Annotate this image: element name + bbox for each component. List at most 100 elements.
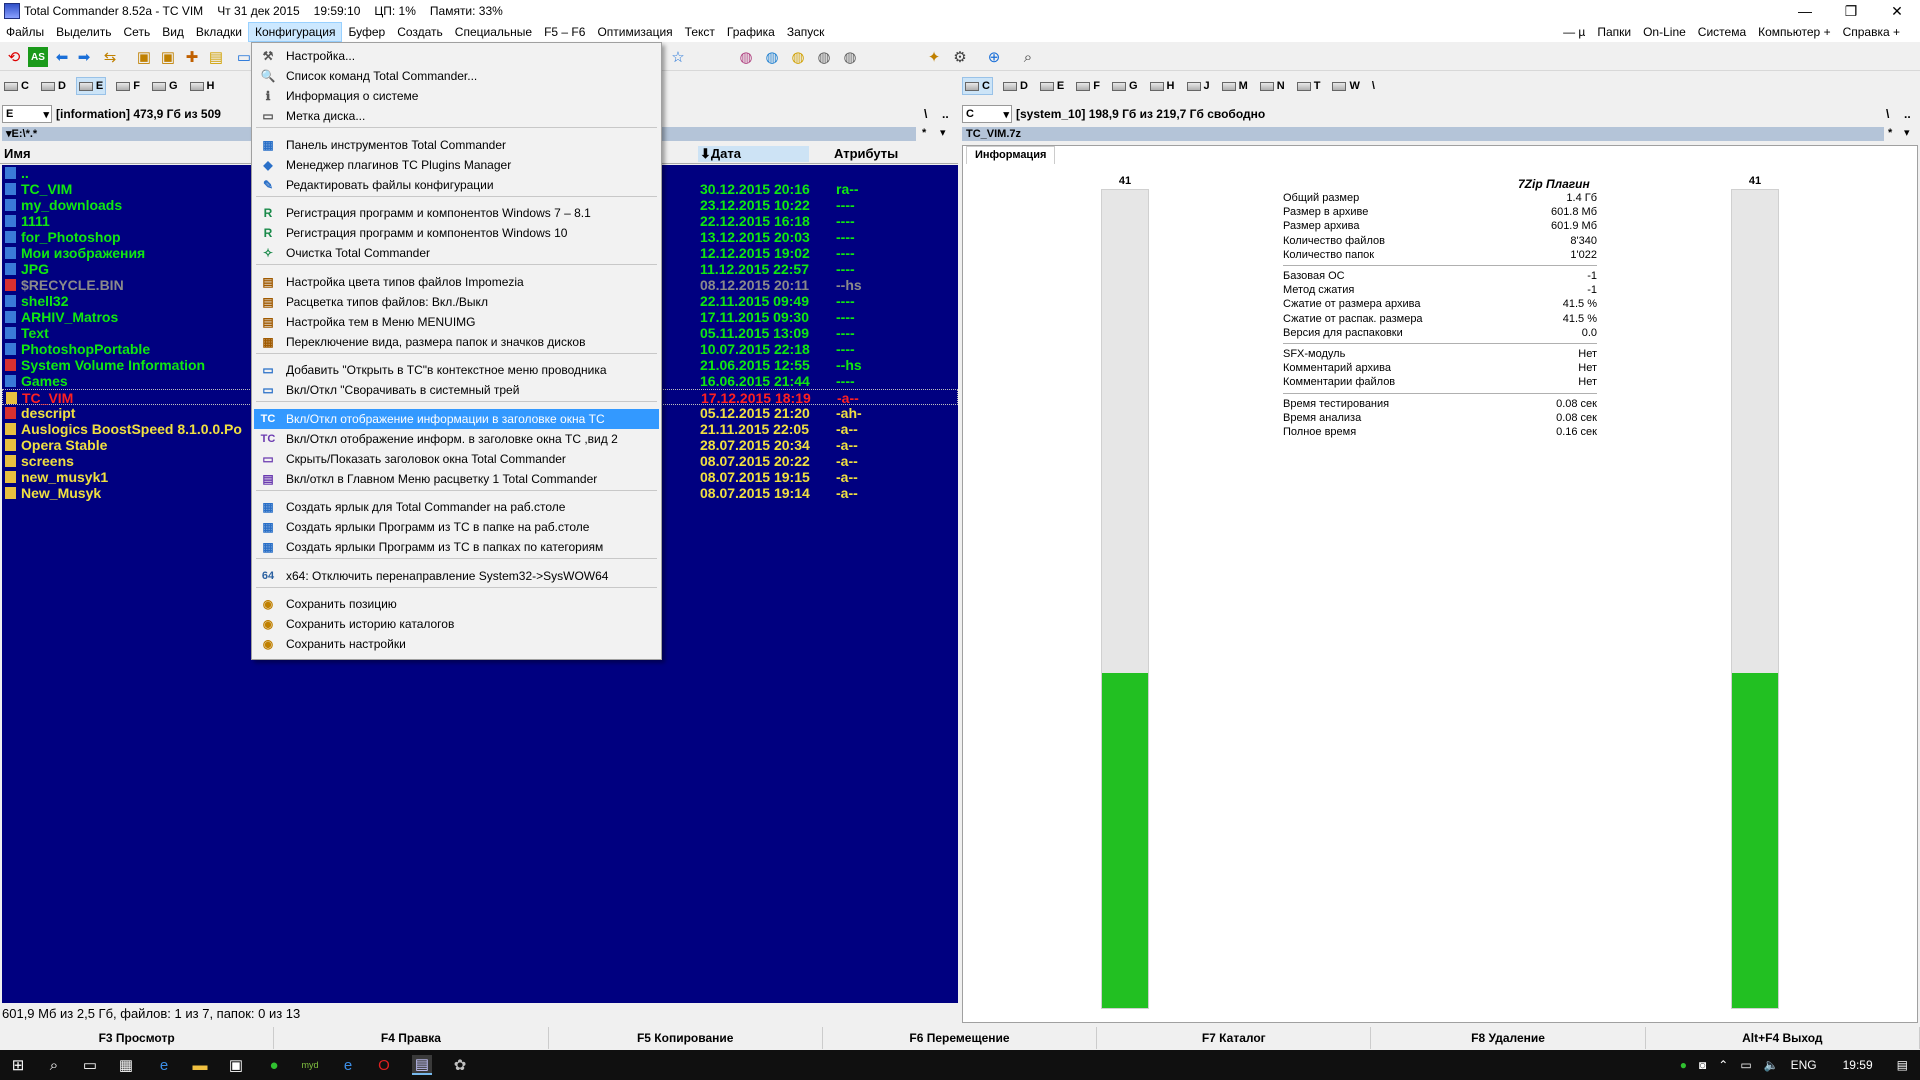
search-icon[interactable]: ⌕	[1018, 47, 1038, 67]
config-menu-item[interactable]: 64 x64: Отключить перенаправление System3…	[254, 566, 659, 586]
restore-button[interactable]: ❐	[1828, 0, 1874, 22]
config-menu-item[interactable]: ▦ Панель инструментов Total Commander	[254, 135, 659, 155]
right-drive-G[interactable]: G	[1110, 77, 1140, 95]
app-gear-icon[interactable]: ✿	[450, 1055, 470, 1075]
menu-6[interactable]: Буфер	[342, 22, 391, 42]
column-date[interactable]: ⬇Дата	[698, 146, 809, 162]
left-root-button[interactable]: \	[924, 107, 927, 121]
left-drive-G[interactable]: G	[150, 77, 180, 95]
config-menu-item[interactable]: ▦ Создать ярлык для Total Commander на ра…	[254, 497, 659, 517]
menu-right-0[interactable]: — µ	[1557, 22, 1591, 42]
menu-right-2[interactable]: On-Line	[1637, 22, 1692, 42]
menu-1[interactable]: Выделить	[50, 22, 117, 42]
config-menu-item[interactable]: ◉ Сохранить историю каталогов	[254, 614, 659, 634]
ftp-icon[interactable]: ◍	[762, 47, 782, 67]
fkey-3[interactable]: F6 Перемещение	[823, 1027, 1098, 1049]
config-menu-item[interactable]: 🔍 Список команд Total Commander...	[254, 66, 659, 86]
store-icon[interactable]: ▣	[226, 1055, 246, 1075]
config-menu-item[interactable]: ▤ Настройка цвета типов файлов Impomezia	[254, 272, 659, 292]
menu-7[interactable]: Создать	[391, 22, 449, 42]
left-star[interactable]: *	[922, 127, 926, 139]
unpack-icon[interactable]: ▣	[158, 47, 178, 67]
menu-4[interactable]: Вкладки	[190, 22, 248, 42]
tools-icon[interactable]: ✦	[924, 47, 944, 67]
tray-camera-icon[interactable]: ◙	[1699, 1058, 1706, 1072]
fkey-5[interactable]: F8 Удаление	[1371, 1027, 1646, 1049]
menu-8[interactable]: Специальные	[449, 22, 538, 42]
right-drive-D[interactable]: D	[1001, 77, 1030, 95]
menu-0[interactable]: Файлы	[0, 22, 50, 42]
right-drive-F[interactable]: F	[1074, 77, 1102, 95]
left-history-arrow-icon[interactable]: ▾	[940, 126, 946, 139]
left-drive-F[interactable]: F	[114, 77, 142, 95]
right-drive-N[interactable]: N	[1258, 77, 1287, 95]
right-drive-J[interactable]: J	[1185, 77, 1212, 95]
right-history-arrow-icon[interactable]: ▾	[1904, 126, 1910, 139]
config-menu-item[interactable]: R Регистрация программ и компонентов Wind…	[254, 203, 659, 223]
ie-icon[interactable]: e	[338, 1055, 358, 1075]
config-menu-item[interactable]: ▭ Вкл/Откл "Сворачивать в системный трей	[254, 380, 659, 400]
right-root-button[interactable]: \	[1886, 107, 1889, 121]
left-drive-E[interactable]: E	[75, 77, 107, 95]
config-menu-item[interactable]: R Регистрация программ и компонентов Wind…	[254, 223, 659, 243]
menu-5[interactable]: Конфигурация	[247, 22, 343, 42]
config-menu-item[interactable]: ▦ Переключение вида, размера папок и знач…	[254, 332, 659, 352]
menu-right-4[interactable]: Компьютер +	[1752, 22, 1836, 42]
config-menu-item[interactable]: ℹ Информация о системе	[254, 86, 659, 106]
fkey-0[interactable]: F3 Просмотр	[0, 1027, 275, 1049]
fkey-1[interactable]: F4 Правка	[274, 1027, 549, 1049]
right-drive-W[interactable]: W	[1330, 77, 1361, 95]
right-star[interactable]: *	[1888, 127, 1892, 139]
opera-icon[interactable]: O	[374, 1055, 394, 1075]
notification-icon[interactable]: ▤	[1897, 1058, 1908, 1072]
pack-icon[interactable]: ▣	[134, 47, 154, 67]
config-menu-item[interactable]: TC Вкл/Откл отображение информ. в заголов…	[254, 429, 659, 449]
right-drive-C[interactable]: C	[962, 77, 993, 95]
menu-right-1[interactable]: Папки	[1591, 22, 1637, 42]
tab-information[interactable]: Информация	[966, 146, 1056, 164]
config-menu-item[interactable]: ✎ Редактировать файлы конфигурации	[254, 175, 659, 195]
left-drive-select[interactable]: E ▾	[2, 105, 52, 123]
config-menu-item[interactable]: ▦ Создать ярлыки Программ из TC в папке н…	[254, 517, 659, 537]
compare-icon[interactable]: ⇆	[100, 47, 120, 67]
tray-app-icon[interactable]: ●	[1680, 1058, 1687, 1072]
left-drive-H[interactable]: H	[188, 77, 217, 95]
task-view-icon[interactable]: ▭	[80, 1055, 100, 1075]
tray-clock[interactable]: 19:59	[1843, 1058, 1873, 1072]
tray-up-icon[interactable]: ⌃	[1718, 1058, 1728, 1072]
network-icon[interactable]: ◍	[736, 47, 756, 67]
left-drive-C[interactable]: C	[2, 77, 31, 95]
app-mydl-icon[interactable]: myd	[300, 1055, 320, 1075]
config-menu-item[interactable]: ▦ Создать ярлыки Программ из TC в папках …	[254, 537, 659, 557]
right-drive-M[interactable]: M	[1220, 77, 1250, 95]
tray-language[interactable]: ENG	[1791, 1058, 1817, 1072]
right-drive-T[interactable]: T	[1295, 77, 1323, 95]
menu-2[interactable]: Сеть	[118, 22, 157, 42]
column-name[interactable]: Имя	[4, 146, 31, 161]
view-mode-icon[interactable]: AS	[28, 47, 48, 67]
config-menu-item[interactable]: ◆ Менеджер плагинов TC Plugins Manager	[254, 155, 659, 175]
minimize-button[interactable]: —	[1782, 0, 1828, 22]
config-menu-item[interactable]: TC Вкл/Откл отображение информации в заго…	[254, 408, 659, 429]
explorer-icon[interactable]: ▬	[190, 1055, 210, 1075]
connect-icon[interactable]: ◍	[840, 47, 860, 67]
multi-rename-icon[interactable]: ✚	[182, 47, 202, 67]
forward-arrow-icon[interactable]: ➡	[74, 47, 94, 67]
config-menu-item[interactable]: ▭ Скрыть/Показать заголовок окна Total Co…	[254, 449, 659, 469]
config-menu-item[interactable]: ▭ Метка диска...	[254, 106, 659, 126]
fkey-6[interactable]: Alt+F4 Выход	[1646, 1027, 1920, 1049]
config-menu-item[interactable]: ▤ Настройка тем в Меню MENUIMG	[254, 312, 659, 332]
sync-icon[interactable]: ▤	[206, 47, 226, 67]
left-up-button[interactable]: ..	[942, 107, 949, 121]
tray-network-icon[interactable]: ▭	[1740, 1058, 1751, 1072]
globe-icon[interactable]: ⊕	[984, 47, 1004, 67]
disk-icon[interactable]: ◍	[814, 47, 834, 67]
start-windows-icon[interactable]: ⊞	[8, 1055, 28, 1075]
close-button[interactable]: ✕	[1874, 0, 1920, 22]
menu-3[interactable]: Вид	[156, 22, 190, 42]
tray-volume-icon[interactable]: 🔈	[1764, 1058, 1779, 1072]
menu-10[interactable]: Оптимизация	[591, 22, 678, 42]
total-commander-icon[interactable]: ▤	[412, 1055, 432, 1075]
app-green-icon[interactable]: ●	[264, 1055, 284, 1075]
right-drive-root[interactable]: \	[1370, 77, 1377, 95]
